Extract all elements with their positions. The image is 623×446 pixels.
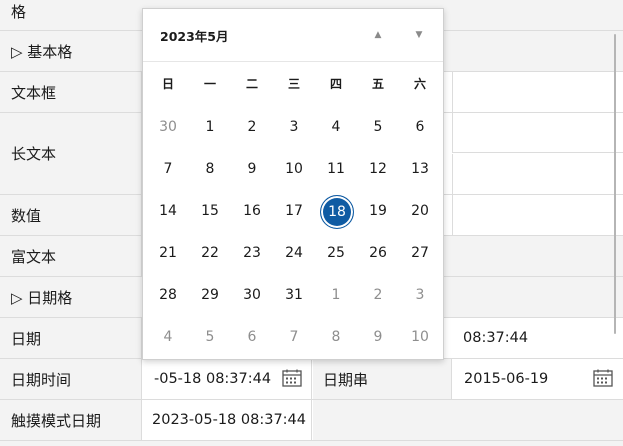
calendar-day[interactable]: 10 bbox=[404, 321, 436, 353]
calendar-day[interactable]: 8 bbox=[320, 321, 352, 353]
calendar-day[interactable]: 4 bbox=[152, 321, 184, 353]
datestring-input[interactable]: 2015-06-19 bbox=[452, 359, 623, 399]
calendar-day[interactable]: 1 bbox=[320, 279, 352, 311]
previous-month-button[interactable]: ▲ bbox=[370, 29, 386, 41]
calendar-day[interactable]: 5 bbox=[362, 111, 394, 143]
longtext-input-2[interactable] bbox=[452, 154, 623, 194]
empty-cell bbox=[313, 400, 623, 440]
textbox-input[interactable] bbox=[452, 72, 623, 112]
calendar-day[interactable]: 29 bbox=[194, 279, 226, 311]
calendar-day-selected[interactable]: 18 bbox=[320, 195, 354, 229]
row-datetime: 日期时间 -05-18 08:37:44 日期串 2015-06-19 bbox=[0, 359, 623, 400]
calendar-day[interactable]: 6 bbox=[236, 321, 268, 353]
touch-date-label: 触摸模式日期 bbox=[0, 400, 142, 440]
calendar-day[interactable]: 8 bbox=[194, 153, 226, 185]
calendar-day[interactable]: 2 bbox=[236, 111, 268, 143]
richtext-label: 富文本 bbox=[0, 236, 142, 276]
datestring-label: 日期串 bbox=[313, 359, 452, 399]
calendar-day[interactable]: 31 bbox=[278, 279, 310, 311]
calendar-icon[interactable] bbox=[282, 369, 302, 387]
calendar-day[interactable]: 7 bbox=[278, 321, 310, 353]
calendar-header: 2023年5月 ▲ ▼ bbox=[143, 9, 443, 62]
calendar-day[interactable]: 17 bbox=[278, 195, 310, 227]
calendar-day[interactable]: 3 bbox=[404, 279, 436, 311]
calendar-day[interactable]: 3 bbox=[278, 111, 310, 143]
calendar-day[interactable]: 24 bbox=[278, 237, 310, 269]
weekday-label: 一 bbox=[203, 77, 216, 91]
longtext-input[interactable] bbox=[452, 113, 623, 153]
calendar-month-title[interactable]: 2023年5月 bbox=[160, 26, 229, 45]
calendar-icon[interactable] bbox=[593, 369, 613, 387]
calendar-day[interactable]: 15 bbox=[194, 195, 226, 227]
calendar-day[interactable]: 30 bbox=[152, 111, 184, 143]
calendar-day[interactable]: 11 bbox=[320, 153, 352, 185]
calendar-day[interactable]: 9 bbox=[236, 153, 268, 185]
touch-date-input[interactable]: 2023-05-18 08:37:44 bbox=[142, 400, 312, 440]
group-basic-label: ▷ 基本格 bbox=[11, 42, 73, 61]
datetime-value: -05-18 08:37:44 bbox=[154, 371, 272, 387]
weekday-label: 二 bbox=[245, 77, 258, 91]
calendar-day[interactable]: 2 bbox=[362, 279, 394, 311]
date-label: 日期 bbox=[0, 318, 142, 358]
weekday-label: 日 bbox=[161, 77, 174, 91]
datestring-value: 2015-06-19 bbox=[464, 371, 549, 387]
weekday-label: 三 bbox=[287, 77, 300, 91]
calendar-day[interactable]: 25 bbox=[320, 237, 352, 269]
longtext-label: 长文本 bbox=[0, 113, 142, 194]
calendar-day[interactable]: 22 bbox=[194, 237, 226, 269]
calendar-day[interactable]: 28 bbox=[152, 279, 184, 311]
calendar-day[interactable]: 6 bbox=[404, 111, 436, 143]
calendar-day[interactable]: 30 bbox=[236, 279, 268, 311]
calendar-day[interactable]: 10 bbox=[278, 153, 310, 185]
datetime-input[interactable]: -05-18 08:37:44 bbox=[142, 359, 312, 399]
calendar-day[interactable]: 7 bbox=[152, 153, 184, 185]
calendar-day[interactable]: 21 bbox=[152, 237, 184, 269]
calendar-day[interactable]: 1 bbox=[194, 111, 226, 143]
weekday-label: 四 bbox=[329, 77, 342, 91]
next-month-button[interactable]: ▼ bbox=[411, 29, 427, 41]
calendar-day[interactable]: 9 bbox=[362, 321, 394, 353]
calendar-day[interactable]: 5 bbox=[194, 321, 226, 353]
calendar-day[interactable]: 13 bbox=[404, 153, 436, 185]
calendar-day[interactable]: 23 bbox=[236, 237, 268, 269]
calendar-day[interactable]: 14 bbox=[152, 195, 184, 227]
textbox-label: 文本框 bbox=[0, 72, 142, 112]
weekday-label: 六 bbox=[413, 77, 426, 91]
calendar-day[interactable]: 12 bbox=[362, 153, 394, 185]
number-label: 数值 bbox=[0, 195, 142, 235]
row-touch-date: 触摸模式日期 2023-05-18 08:37:44 bbox=[0, 400, 623, 441]
group-date-label: ▷ 日期格 bbox=[11, 288, 73, 307]
scrollbar[interactable] bbox=[614, 34, 616, 334]
calendar-popup: 2023年5月 ▲ ▼ 日一二三四五六 30 1 2 3 4 5 6 7 8 9 10 11 12 13 1… bbox=[142, 8, 444, 360]
calendar-day[interactable]: 16 bbox=[236, 195, 268, 227]
calendar-day[interactable]: 26 bbox=[362, 237, 394, 269]
grid-header-label: 格 bbox=[11, 2, 27, 21]
calendar-day[interactable]: 4 bbox=[320, 111, 352, 143]
calendar-day[interactable]: 27 bbox=[404, 237, 436, 269]
datetime-label: 日期时间 bbox=[0, 359, 142, 399]
grid-footer bbox=[0, 441, 623, 446]
date-input[interactable]: 08:37:44 bbox=[452, 318, 623, 358]
calendar-day[interactable]: 19 bbox=[362, 195, 394, 227]
calendar-day[interactable]: 20 bbox=[404, 195, 436, 227]
number-input[interactable] bbox=[452, 195, 623, 235]
weekday-label: 五 bbox=[371, 77, 384, 91]
